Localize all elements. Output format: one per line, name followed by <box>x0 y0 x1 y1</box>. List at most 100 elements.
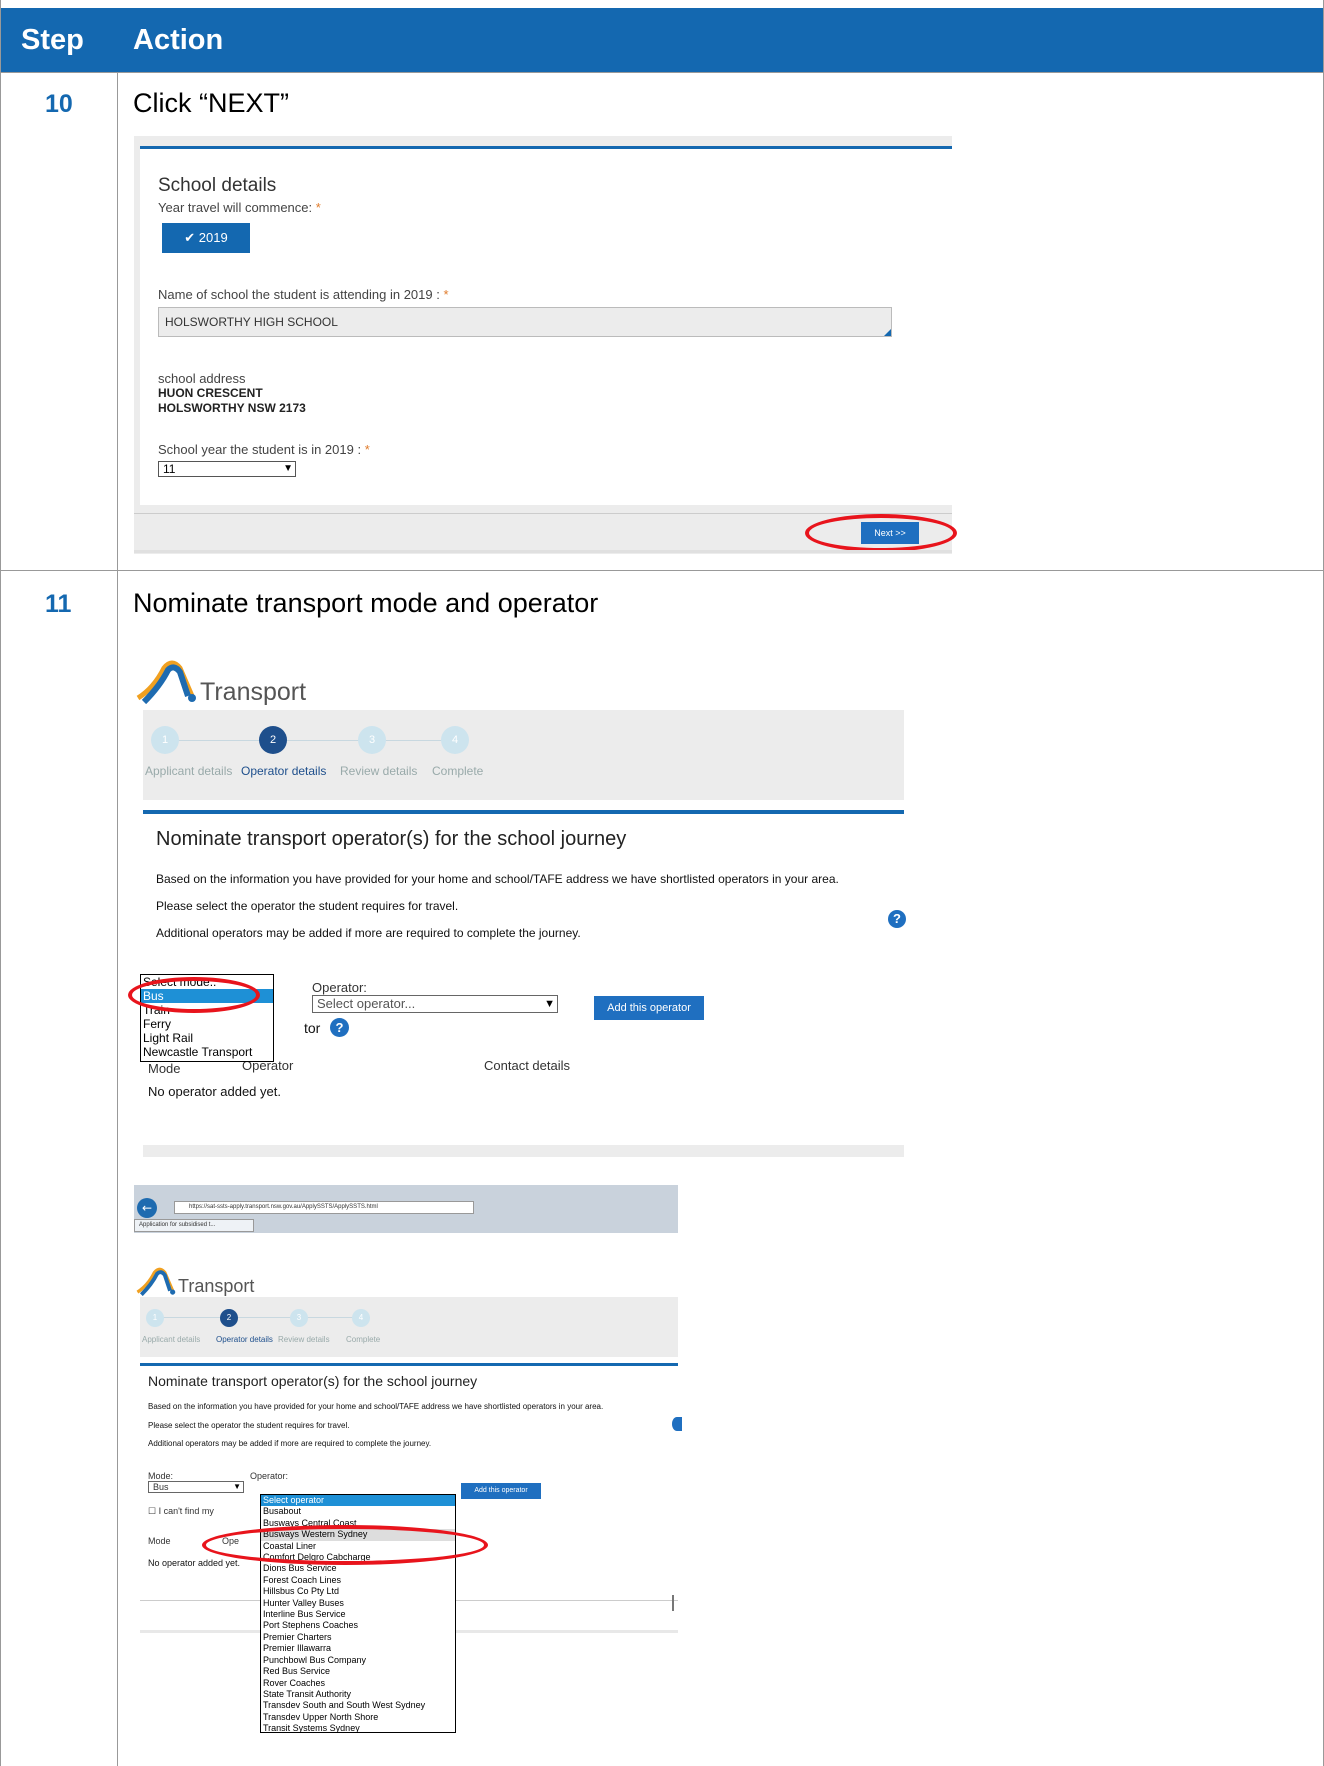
help-icon[interactable] <box>672 1417 682 1431</box>
list-item[interactable]: Premier Charters <box>261 1632 455 1643</box>
highlight-circle <box>805 514 957 552</box>
transport-logo-text: Transport <box>178 1276 255 1296</box>
school-details-screenshot: School details Year travel will commence… <box>134 136 957 554</box>
progress-steps: 1 2 3 4 Applicant details Operator detai… <box>140 1297 678 1357</box>
step-action: Click “NEXT” <box>133 88 289 118</box>
divider <box>672 1595 674 1611</box>
progress-steps: 1 2 3 4 Applicant details Operator detai… <box>143 710 904 800</box>
row-divider <box>1 570 1323 571</box>
panel-title: School details <box>158 175 277 196</box>
list-item[interactable]: Premier Illawarra <box>261 1643 455 1654</box>
chevron-down-icon: ▼ <box>233 1482 241 1491</box>
address-bar[interactable]: https://sat-ssts-apply.transport.nsw.gov… <box>174 1201 474 1214</box>
list-item[interactable]: Rover Coaches <box>261 1678 455 1689</box>
list-item[interactable]: State Transit Authority <box>261 1689 455 1700</box>
mode-select[interactable]: Bus ▼ <box>148 1481 244 1493</box>
back-arrow-icon[interactable]: ← <box>137 1198 157 1218</box>
step-circle: 1 <box>151 726 179 754</box>
col-contact: Contact details <box>484 1058 570 1073</box>
step-action: Nominate transport mode and operator <box>133 588 599 618</box>
row-divider <box>1 72 1323 73</box>
panel-top-border <box>140 1363 678 1366</box>
year-button[interactable]: ✔ 2019 <box>162 223 250 253</box>
panel-top-border <box>143 810 904 814</box>
step-connector <box>173 740 463 741</box>
list-item[interactable]: Forest Coach Lines <box>261 1575 455 1586</box>
list-item[interactable]: Ferry <box>141 1017 273 1031</box>
operator-select[interactable]: Select operator... ▼ <box>312 995 558 1013</box>
list-item[interactable]: Port Stephens Coaches <box>261 1620 455 1631</box>
step-table: Step Action 10 Click “NEXT” School detai… <box>0 0 1324 1766</box>
list-item[interactable]: Hillsbus Co Pty Ltd <box>261 1586 455 1597</box>
step-label: Review details <box>340 764 418 778</box>
divider <box>134 513 952 514</box>
list-item[interactable]: Hunter Valley Buses <box>261 1598 455 1609</box>
list-item[interactable]: Light Rail <box>141 1031 273 1045</box>
info-text: Based on the information you have provid… <box>156 872 839 886</box>
list-item[interactable]: Transdev South and South West Sydney <box>261 1700 455 1711</box>
step-label: Operator details <box>241 764 327 778</box>
empty-message: No operator added yet. <box>148 1558 241 1568</box>
info-text: Please select the operator the student r… <box>156 899 459 913</box>
page-heading: Nominate transport operator(s) for the s… <box>148 1373 478 1389</box>
header-action: Action <box>133 24 224 56</box>
list-item[interactable]: Transit Systems Sydney <box>261 1723 455 1734</box>
col-mode: Mode <box>148 1536 171 1546</box>
highlight-circle <box>202 1525 488 1565</box>
step-label: Complete <box>432 764 484 778</box>
address-line-2: HOLSWORTHY NSW 2173 <box>158 401 306 415</box>
help-icon[interactable]: ? <box>330 1018 349 1037</box>
chevron-down-icon: ▼ <box>544 998 555 1010</box>
transport-logo-icon <box>136 1267 176 1296</box>
operator-label: Operator: <box>250 1471 289 1481</box>
step-circle: 1 <box>146 1309 164 1327</box>
school-details-panel: School details Year travel will commence… <box>140 149 952 505</box>
list-item[interactable]: Red Bus Service <box>261 1666 455 1677</box>
page-heading: Nominate transport operator(s) for the s… <box>156 828 627 850</box>
list-item[interactable]: Busabout <box>261 1506 455 1517</box>
operator-screenshot: Transport 1 2 3 4 Applicant details Oper… <box>128 648 906 1160</box>
browser-chrome: ← https://sat-ssts-apply.transport.nsw.g… <box>134 1185 678 1233</box>
operator-label: Operator: <box>312 980 367 995</box>
list-item[interactable]: Interline Bus Service <box>261 1609 455 1620</box>
cant-find-checkbox[interactable]: ☐ I can't find my <box>148 1506 214 1517</box>
address-line-1: HUON CRESCENT <box>158 386 263 400</box>
step-label: Applicant details <box>145 764 233 778</box>
step-circle: 3 <box>290 1309 308 1327</box>
info-text: Additional operators may be added if mor… <box>156 926 581 940</box>
highlight-circle <box>128 977 260 1013</box>
step-label: Complete <box>346 1335 381 1344</box>
list-item[interactable]: Dions Bus Service <box>261 1563 455 1574</box>
header-step: Step <box>21 24 84 56</box>
step-circle: 4 <box>352 1309 370 1327</box>
add-operator-button[interactable]: Add this operator <box>594 996 704 1020</box>
step-circle: 3 <box>358 726 386 754</box>
add-operator-button[interactable]: Add this operator <box>461 1483 541 1499</box>
step-circle: 2 <box>259 726 287 754</box>
transport-logo-icon <box>136 660 196 704</box>
step-circle: 4 <box>441 726 469 754</box>
info-text: Additional operators may be added if mor… <box>148 1439 432 1448</box>
school-year-select[interactable]: 11 ▼ <box>158 461 296 477</box>
chevron-down-icon: ▼ <box>283 463 293 474</box>
cant-find-label: tor <box>304 1020 321 1036</box>
list-item[interactable]: Transdev Upper North Shore <box>261 1712 455 1723</box>
school-year-label: School year the student is in 2019 : * <box>158 442 370 457</box>
school-label: Name of school the student is attending … <box>158 287 449 302</box>
list-item-selected[interactable]: Select operator <box>261 1495 455 1507</box>
list-item[interactable]: Punchbowl Bus Company <box>261 1655 455 1666</box>
step-circle: 2 <box>220 1309 238 1327</box>
list-item[interactable]: Newcastle Transport <box>141 1045 273 1059</box>
mode-label: Mode: <box>148 1471 174 1481</box>
address-label: school address <box>158 371 246 386</box>
step-label: Review details <box>278 1335 330 1344</box>
info-text: Please select the operator the student r… <box>148 1421 350 1430</box>
operator-dropdown-screenshot: Transport 1 2 3 4 Applicant details Oper… <box>134 1240 682 1733</box>
step-connector <box>160 1317 370 1318</box>
step-label: Operator details <box>216 1335 273 1344</box>
browser-tab[interactable]: Application for subsidised t... <box>134 1219 254 1232</box>
column-divider <box>117 72 118 1766</box>
school-name-field[interactable]: HOLSWORTHY HIGH SCHOOL <box>158 307 892 337</box>
help-icon[interactable]: ? <box>888 910 906 928</box>
year-label: Year travel will commence: * <box>158 200 321 215</box>
